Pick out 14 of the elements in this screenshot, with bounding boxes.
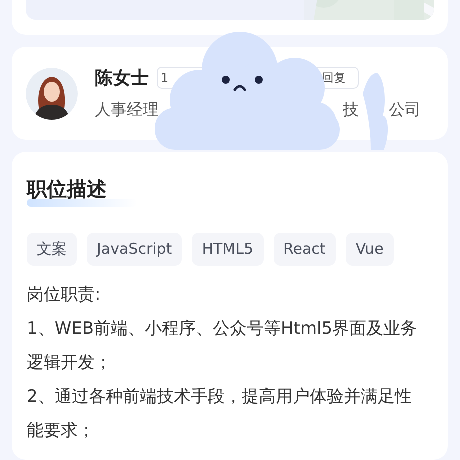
skill-tag[interactable]: React [274, 233, 336, 266]
recruiter-title: 技 [343, 100, 359, 121]
avatar [26, 68, 78, 120]
section-title: 职位描述 [27, 176, 107, 203]
skill-tag[interactable]: JavaScript [87, 233, 182, 266]
description-text: 岗位职责: [27, 284, 102, 307]
description-text: 1、WEB前端、小程序、公众号等Html5界面及业务逻辑开发； [27, 318, 419, 375]
skill-tag[interactable]: Vue [346, 233, 394, 266]
skill-tag[interactable]: 文案 [27, 233, 77, 266]
recruiter-title: 人事经理 [95, 100, 159, 121]
description-text: 2、通过各种前端技术手段，提高用户体验并满足性能要求； [27, 386, 413, 443]
recruiter-name: 陈女士 [95, 67, 149, 90]
skill-tag[interactable]: HTML5 [192, 233, 264, 266]
recruiter-title: 公司 [389, 100, 421, 121]
